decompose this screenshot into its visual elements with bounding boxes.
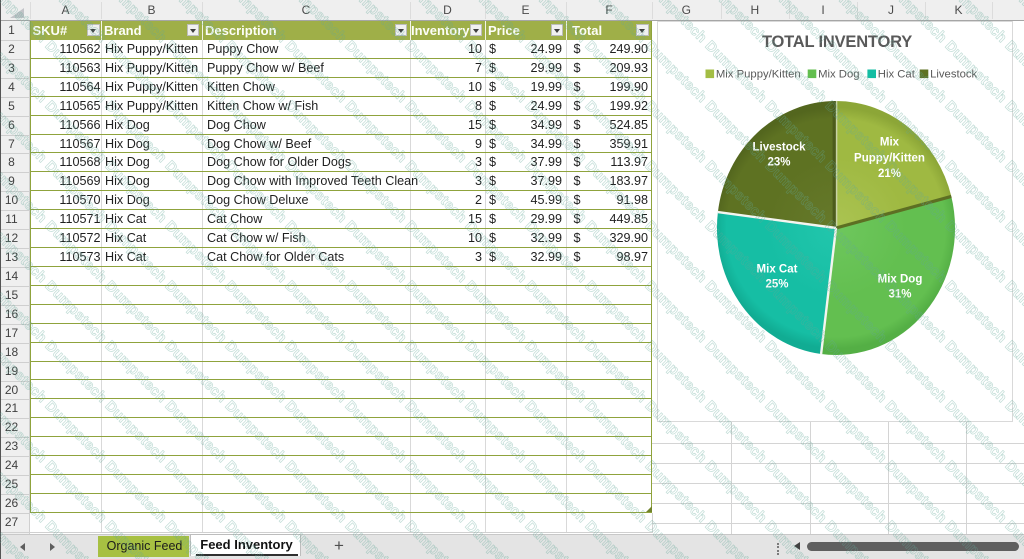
svg-text:Dumpstech: Dumpstech [342,158,410,226]
svg-text:Mix Dog: Mix Dog [818,69,859,81]
svg-text:Dumpstech: Dumpstech [522,338,590,406]
svg-text:23%: 23% [767,157,790,169]
svg-text:Puppy/Kitten: Puppy/Kitten [854,153,925,165]
svg-text:Mix Dog: Mix Dog [878,274,923,286]
svg-text:21%: 21% [878,168,901,180]
svg-text:Dumpstech: Dumpstech [162,338,230,406]
svg-text:TOTAL INVENTORY: TOTAL INVENTORY [762,33,912,51]
svg-text:Dumpstech: Dumpstech [282,338,350,406]
svg-text:Livestock: Livestock [930,69,977,81]
svg-text:Dumpstech: Dumpstech [342,338,410,406]
svg-text:Dumpstech: Dumpstech [462,338,530,406]
svg-text:31%: 31% [888,289,911,301]
svg-text:Mix: Mix [880,137,900,149]
svg-text:Dumpstech: Dumpstech [102,338,170,406]
svg-text:Mix Puppy/Kitten: Mix Puppy/Kitten [716,69,801,81]
svg-text:Dumpstech: Dumpstech [222,278,290,346]
svg-text:Dumpstech: Dumpstech [402,338,470,406]
svg-text:Dumpstech: Dumpstech [102,278,170,346]
svg-text:Hix Cat: Hix Cat [878,69,916,81]
svg-text:Mix Cat: Mix Cat [757,264,798,276]
svg-text:Dumpstech: Dumpstech [282,278,350,346]
svg-text:Dumpstech: Dumpstech [342,98,410,166]
svg-text:Livestock: Livestock [752,142,806,154]
svg-text:Dumpstech: Dumpstech [882,458,950,526]
svg-text:Dumpstech: Dumpstech [42,278,110,346]
svg-text:Dumpstech: Dumpstech [222,338,290,406]
svg-text:Dumpstech: Dumpstech [762,458,830,526]
svg-text:25%: 25% [765,279,788,291]
svg-text:Dumpstech: Dumpstech [462,278,530,346]
svg-text:Dumpstech: Dumpstech [402,278,470,346]
svg-text:Dumpstech: Dumpstech [582,338,650,406]
svg-text:Dumpstech: Dumpstech [702,458,770,526]
svg-text:Dumpstech: Dumpstech [822,458,890,526]
svg-text:Dumpstech: Dumpstech [162,278,230,346]
svg-text:Dumpstech: Dumpstech [1002,458,1024,526]
svg-text:Dumpstech: Dumpstech [522,278,590,346]
svg-text:Dumpstech: Dumpstech [42,338,110,406]
svg-text:Dumpstech: Dumpstech [342,278,410,346]
svg-text:Dumpstech: Dumpstech [942,458,1010,526]
svg-text:Dumpstech: Dumpstech [582,278,650,346]
